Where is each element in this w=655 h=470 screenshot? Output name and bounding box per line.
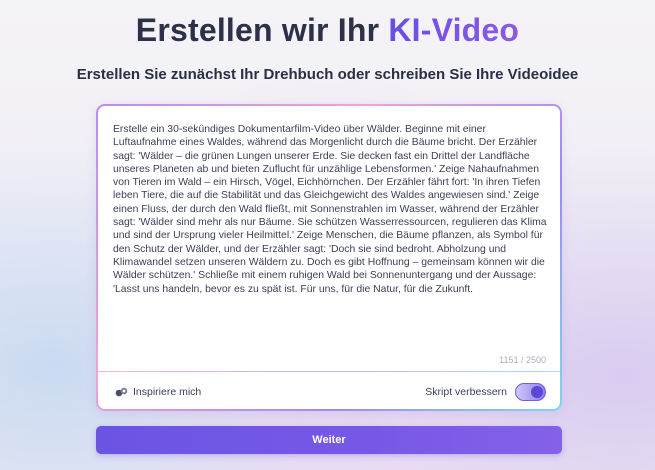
improve-script-label: Skript verbessern — [425, 386, 507, 398]
continue-button[interactable]: Weiter — [96, 426, 562, 454]
sparkle-bubbles-icon — [115, 387, 128, 397]
script-editor-card: Erstelle ein 30-sekündiges Dokumentarfil… — [96, 104, 562, 411]
character-counter: 1151 / 2500 — [499, 355, 546, 365]
title-main: Erstellen wir Ihr — [135, 12, 389, 48]
page-title: Erstellen wir Ihr KI-Video — [0, 12, 655, 49]
improve-script-toggle[interactable] — [515, 383, 546, 401]
inspire-me-button[interactable]: Inspiriere mich — [115, 386, 201, 398]
toggle-knob — [531, 385, 543, 398]
script-textarea[interactable]: Erstelle ein 30-sekündiges Dokumentarfil… — [113, 123, 548, 296]
page-subtitle: Erstellen Sie zunächst Ihr Drehbuch oder… — [76, 66, 579, 83]
script-editor-inner: Erstelle ein 30-sekündiges Dokumentarfil… — [98, 106, 560, 409]
inspire-me-label: Inspiriere mich — [133, 386, 202, 398]
editor-divider — [98, 371, 560, 372]
improve-script-control: Skript verbessern — [425, 383, 546, 401]
title-accent: KI-Video — [388, 12, 520, 48]
